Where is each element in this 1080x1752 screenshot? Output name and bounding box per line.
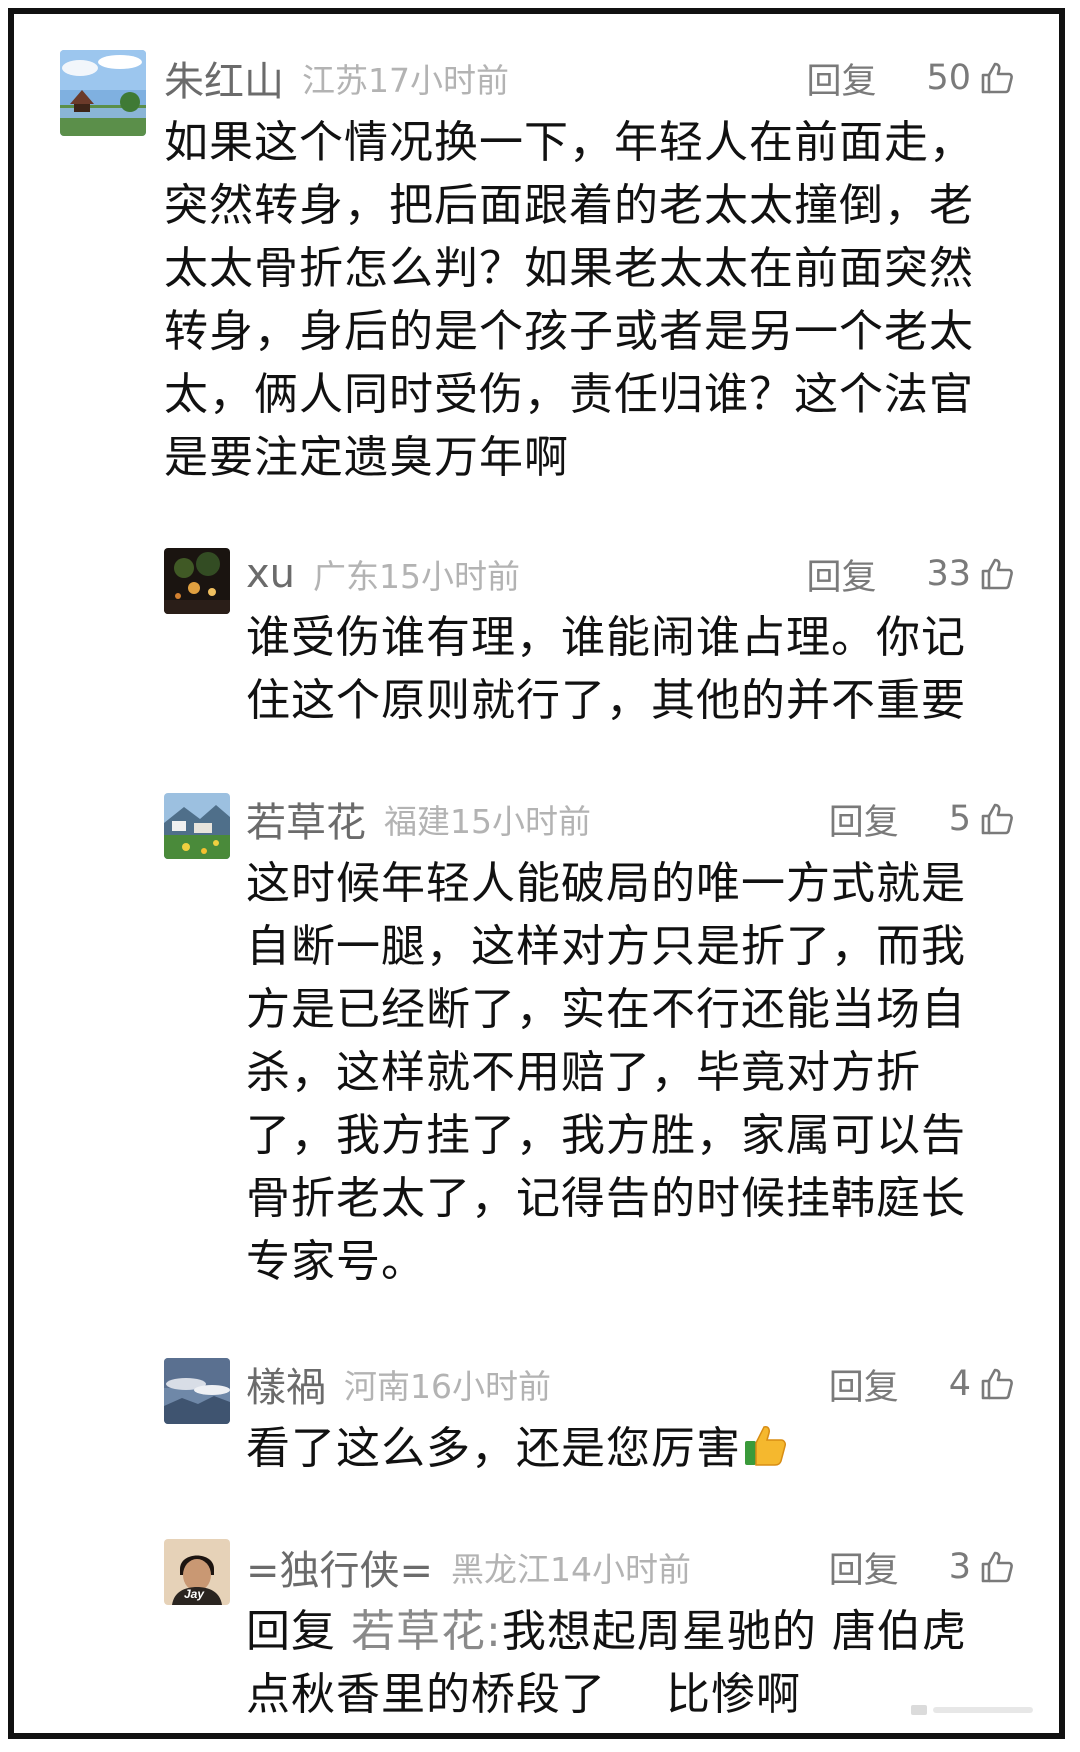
comment-line: 专家号。	[246, 1236, 426, 1287]
comment-text: 回复 若草花:我想起周星驰的 唐伯虎 点秋香里的桥段了 比惨啊	[246, 1600, 967, 1726]
comment-line: 方是已经断了，实在不行还能当场自	[246, 984, 966, 1035]
comment-line: 突然转身，把后面跟着的老太太撞倒，老	[164, 180, 974, 231]
comment-line: 转身，身后的是个孩子或者是另一个老太	[164, 306, 974, 357]
like-count: 3	[948, 1547, 971, 1587]
comment-time: 17小时前	[368, 61, 509, 100]
thumbs-up-emoji-icon	[745, 1426, 786, 1466]
comment-time: 15小时前	[450, 802, 591, 841]
comment-line-text: 我想起周星驰的 唐伯虎	[501, 1606, 967, 1657]
comment-line: 是要注定遗臭万年啊	[164, 432, 569, 483]
comment-line: 点秋香里的桥段了 比惨啊	[246, 1669, 801, 1720]
thumbs-up-icon[interactable]	[979, 1549, 1015, 1585]
like-count: 4	[948, 1364, 971, 1404]
reply-to-user[interactable]: 若草花	[351, 1606, 486, 1657]
user-region: 黑龙江	[451, 1550, 551, 1589]
user-region: 广东	[313, 557, 380, 596]
comment-line: 如果这个情况换一下，年轻人在前面走，	[164, 117, 974, 168]
comment-line: 住这个原则就行了，其他的并不重要	[246, 675, 966, 726]
comment-line: 杀，这样就不用赔了，毕竟对方折	[246, 1047, 921, 1098]
thumbs-up-icon[interactable]	[979, 801, 1015, 837]
reply-button[interactable]: 回复	[829, 1542, 899, 1593]
comment-line: 自断一腿，这样对方只是折了，而我	[246, 921, 966, 972]
thumbs-up-icon[interactable]	[979, 556, 1015, 592]
comment-line: 了，我方挂了，我方胜，家属可以告	[246, 1110, 966, 1161]
mountain-village-icon	[164, 793, 230, 859]
username[interactable]: 樣禍	[246, 1355, 326, 1413]
comment-line: 谁受伤谁有理，谁能闹谁占理。你记	[246, 612, 966, 663]
comment-line: 回复 若草花:我想起周星驰的 唐伯虎	[246, 1600, 967, 1663]
username[interactable]: xu	[246, 551, 295, 597]
user-avatar[interactable]	[164, 1358, 230, 1424]
night-lights-icon	[164, 548, 230, 614]
thumbs-up-icon[interactable]	[979, 1366, 1015, 1402]
user-avatar[interactable]	[164, 793, 230, 859]
comment-line: 太，俩人同时受伤，责任归谁？这个法官	[164, 369, 974, 420]
lakeside-pavilion-icon	[60, 50, 146, 136]
comment-text: 这时候年轻人能破局的唯一方式就是 自断一腿，这样对方只是折了，而我 方是已经断了…	[246, 852, 966, 1293]
screenshot-frame: 朱红山 江苏 17小时前 回复 50 如果这个情况换一下，年轻人在前面走， 突然…	[8, 8, 1065, 1739]
comment-time: 15小时前	[379, 557, 521, 596]
reply-button[interactable]: 回复	[806, 53, 876, 104]
reply-prefix: 回复	[246, 1606, 336, 1657]
watermark-icon	[911, 1705, 1033, 1715]
comment-time: 16小时前	[410, 1367, 551, 1406]
reply-button[interactable]: 回复	[829, 1359, 899, 1410]
comment-text: 如果这个情况换一下，年轻人在前面走， 突然转身，把后面跟着的老太太撞倒，老 太太…	[164, 111, 974, 489]
username[interactable]: =独行侠=	[246, 1538, 433, 1596]
user-region: 江苏	[302, 61, 368, 100]
reply-button[interactable]: 回复	[806, 549, 876, 600]
comment-line: 太太骨折怎么判？如果老太太在前面突然	[164, 243, 974, 294]
username[interactable]: 若草花	[246, 790, 366, 848]
user-avatar[interactable]	[164, 548, 230, 614]
comment-line-text: 看了这么多，还是您厉害	[246, 1423, 741, 1474]
comment-line: 看了这么多，还是您厉害	[246, 1417, 789, 1480]
user-region: 福建	[384, 802, 450, 841]
like-count: 5	[948, 799, 971, 839]
user-avatar[interactable]	[60, 50, 146, 136]
sky-clouds-icon	[164, 1358, 230, 1424]
reply-colon: :	[486, 1606, 502, 1657]
thumbs-up-icon[interactable]	[979, 60, 1015, 96]
comment-text: 谁受伤谁有理，谁能闹谁占理。你记 住这个原则就行了，其他的并不重要	[246, 606, 966, 732]
comment-text: 看了这么多，还是您厉害	[246, 1417, 789, 1480]
like-count: 33	[926, 554, 971, 594]
user-avatar[interactable]: Jay	[164, 1539, 230, 1605]
comment-line: 这时候年轻人能破局的唯一方式就是	[246, 858, 966, 909]
like-count: 50	[926, 58, 971, 98]
reply-button[interactable]: 回复	[829, 794, 899, 845]
comment-line: 骨折老太了，记得告的时候挂韩庭长	[246, 1173, 966, 1224]
username[interactable]: 朱红山	[164, 49, 284, 107]
avatar-caption: Jay	[184, 1587, 205, 1601]
user-region: 河南	[344, 1367, 410, 1406]
comment-time: 14小时前	[550, 1550, 692, 1589]
